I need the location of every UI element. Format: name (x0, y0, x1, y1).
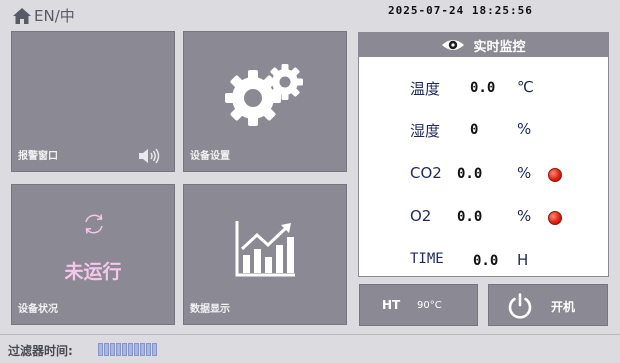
filter-bar-segment (140, 343, 145, 356)
filter-bar-segment (146, 343, 151, 356)
humidity-unit: % (517, 120, 532, 138)
footer-divider (0, 334, 620, 335)
o2-value: 0.0 (457, 209, 483, 225)
device-state-text: 未运行 (64, 261, 122, 283)
filter-bar-segment (104, 343, 109, 356)
humidity-value: 0 (470, 122, 479, 138)
filter-bar-segment (152, 343, 157, 356)
o2-alarm-indicator (548, 211, 562, 225)
time-unit: H (517, 251, 529, 269)
realtime-monitor-panel: 实时监控 温度 0.0 ℃ 湿度 0 % CO2 0.0 % O2 0.0 % … (358, 32, 609, 277)
data-display-tile[interactable]: 数据显示 (183, 184, 347, 325)
datetime-display: 2025-07-24 18:25:56 (388, 4, 533, 17)
co2-row: CO2 0.0 % (359, 162, 608, 186)
filter-bar-segment (116, 343, 121, 356)
co2-alarm-indicator (548, 168, 562, 182)
monitor-title: 实时监控 (473, 39, 526, 55)
eye-icon (442, 40, 465, 50)
power-on-label: 开机 (551, 300, 576, 314)
humidity-label: 湿度 (410, 122, 441, 140)
filter-bar-segment (122, 343, 127, 356)
filter-time-bar (98, 343, 157, 356)
home-icon[interactable] (12, 7, 32, 25)
power-on-button[interactable]: 开机 (488, 284, 608, 326)
filter-bar-segment (128, 343, 133, 356)
gears-icon (225, 64, 303, 126)
o2-row: O2 0.0 % (359, 205, 608, 229)
bar-chart-icon (235, 221, 295, 277)
time-label: TIME (410, 251, 444, 267)
humidity-row: 湿度 0 % (359, 118, 608, 142)
device-status-tile[interactable]: 未运行 设备状况 (11, 184, 175, 325)
refresh-icon (85, 214, 103, 234)
data-display-label: 数据显示 (190, 304, 230, 315)
top-bar: EN/中 2025-07-24 18:25:56 (0, 0, 620, 28)
temperature-label: 温度 (410, 80, 441, 98)
time-value: 0.0 (473, 253, 499, 269)
heater-temperature-box: HT 90°C (359, 284, 478, 326)
device-settings-tile[interactable]: 设备设置 (183, 31, 347, 172)
device-settings-label: 设备设置 (190, 151, 230, 162)
o2-unit: % (517, 207, 532, 225)
temperature-value: 0.0 (470, 80, 496, 96)
alarm-window-label: 报警窗口 (18, 151, 58, 162)
filter-bar-segment (110, 343, 115, 356)
co2-label: CO2 (410, 164, 442, 182)
device-status-label: 设备状况 (18, 304, 58, 315)
language-label[interactable]: EN/中 (34, 5, 75, 26)
temperature-row: 温度 0.0 ℃ (359, 76, 608, 100)
heater-label: HT (382, 298, 401, 312)
heater-value: 90°C (417, 300, 442, 311)
temperature-unit: ℃ (517, 78, 534, 96)
power-icon (508, 293, 532, 319)
filter-time-label: 过滤器时间: (8, 344, 73, 358)
monitor-header: 实时监控 (359, 33, 608, 57)
o2-label: O2 (410, 207, 432, 225)
filter-bar-segment (134, 343, 139, 356)
language-toggle[interactable]: EN/中 (12, 5, 75, 26)
co2-unit: % (517, 164, 532, 182)
co2-value: 0.0 (457, 166, 483, 182)
time-row: TIME 0.0 H (359, 249, 608, 273)
alarm-window-tile[interactable]: 报警窗口 (11, 31, 175, 172)
speaker-icon (139, 148, 160, 164)
filter-bar-segment (98, 343, 103, 356)
